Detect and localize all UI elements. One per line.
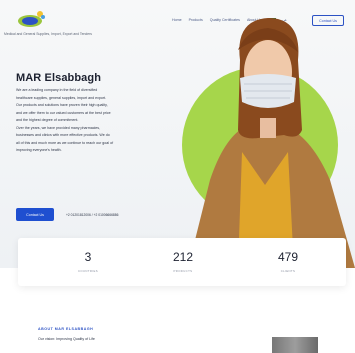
description-line: We are a leading company in the field of… <box>16 88 98 92</box>
stat-label: COUNTRIES <box>77 269 99 273</box>
stat-value: 212 <box>172 250 194 264</box>
logo-subtitle: Medical and General Supplies, Import, Ex… <box>4 32 92 36</box>
stat-value: 3 <box>84 250 92 264</box>
contact-us-button[interactable]: Contact Us <box>16 208 54 221</box>
about-vision-text: Our vision: Improving Quality of Life <box>38 337 95 341</box>
stats-panel: 3 COUNTRIES 212 PRODUCTS 479 CLIENTS <box>18 238 346 286</box>
stat-label: CLIENTS <box>280 269 296 273</box>
hero-section: Medical and General Supplies, Import, Ex… <box>0 0 355 268</box>
description-line: and we offer them to our valued customer… <box>16 110 111 115</box>
hero-description: We are a leading company in the field of… <box>16 87 166 155</box>
description-line: Our products and solutions have proven t… <box>16 103 108 107</box>
phone-numbers: +2 01201812006 / +2 01006666886 <box>66 213 119 217</box>
about-image <box>272 337 318 353</box>
stat-clients: 479 CLIENTS <box>258 250 318 273</box>
page-title: MAR Elsabbagh <box>16 72 102 84</box>
description-line: and the highest degree of commitment. <box>16 118 79 122</box>
description-line: all of this and much more as we continue… <box>16 140 114 145</box>
stat-products: 212 PRODUCTS <box>153 250 213 273</box>
description-line: businesses and clinics with more effecti… <box>16 133 110 137</box>
stat-value: 479 <box>277 250 299 264</box>
description-line: healthcare supplies, general supplies, i… <box>16 95 107 100</box>
description-line: Over the years, we have provided many ph… <box>16 125 101 130</box>
stat-countries: 3 COUNTRIES <box>58 250 118 273</box>
hero-woman-mask-image <box>182 18 355 268</box>
stat-label: PRODUCTS <box>173 269 193 273</box>
company-logo[interactable] <box>16 9 48 29</box>
about-section-label: ABOUT MAR ELSABBAGH <box>38 327 94 331</box>
description-line: improving everyone's health. <box>16 148 62 152</box>
